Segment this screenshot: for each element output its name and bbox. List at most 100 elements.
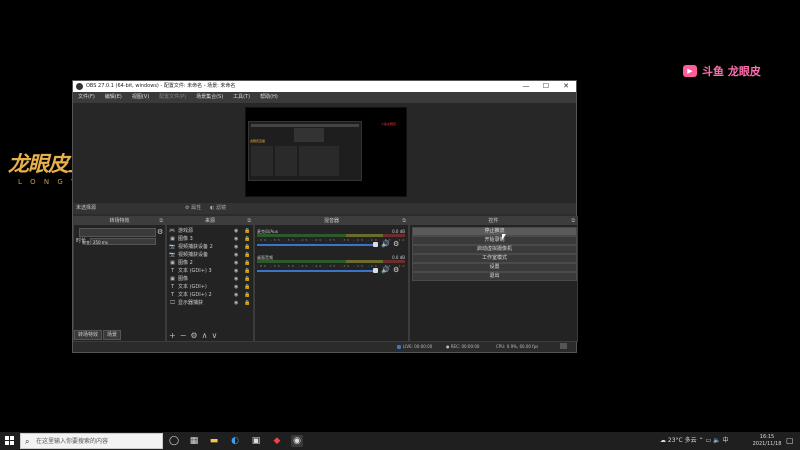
task-view-icon[interactable]: ◯ <box>168 435 180 447</box>
menu-tools[interactable]: 工具(T) <box>228 92 255 103</box>
source-toolbar: 未选择源 ⚙ 属性 ◐ 滤镜 <box>73 203 576 214</box>
weather-icon[interactable]: ☁ <box>660 437 666 444</box>
monitor-icon: 🖵 <box>170 300 175 306</box>
weather-text[interactable]: 23°C 多云 <box>668 437 697 444</box>
visibility-eye-icon[interactable]: ◉ <box>234 299 238 307</box>
visibility-eye-icon[interactable]: ◉ <box>234 275 238 283</box>
menu-view[interactable]: 视图(V) <box>127 92 154 103</box>
visibility-eye-icon[interactable]: ◉ <box>234 251 238 259</box>
lock-icon[interactable]: 🔒 <box>244 235 250 243</box>
transition-gear-icon[interactable]: ⚙ <box>157 228 163 236</box>
ime-indicator[interactable]: 中 <box>723 437 729 444</box>
transition-select[interactable]: 渐变 <box>79 228 156 245</box>
lock-icon[interactable]: 🔒 <box>244 251 250 259</box>
obs-taskbar-icon[interactable]: ◉ <box>291 435 303 447</box>
visibility-eye-icon[interactable]: ◉ <box>234 227 238 235</box>
duration-label: 时长 <box>76 238 87 244</box>
menu-profile[interactable]: 配置文件(P) <box>154 92 191 103</box>
app-icon[interactable]: ◆ <box>271 435 283 447</box>
cpu-status: CPU: 0.9%, 60.00 fps <box>496 344 539 349</box>
virtual-camera-button[interactable]: 启动虚拟摄像机 <box>412 245 577 254</box>
notification-icon[interactable]: ▢ <box>786 436 794 445</box>
edge-browser-icon[interactable]: ◐ <box>229 435 241 447</box>
lock-icon[interactable]: 🔒 <box>244 283 250 291</box>
duration-input[interactable]: 250 ms <box>90 238 156 245</box>
visibility-eye-icon[interactable]: ◉ <box>234 291 238 299</box>
visibility-eye-icon[interactable]: ◉ <box>234 267 238 275</box>
move-down-icon[interactable]: ∨ <box>211 332 217 340</box>
source-item[interactable]: T 文本 (GDI+) ◉ 🔒 <box>169 283 251 291</box>
lock-icon[interactable]: 🔒 <box>244 299 250 307</box>
move-up-icon[interactable]: ∧ <box>202 332 208 340</box>
menu-help[interactable]: 帮助(H) <box>255 92 283 103</box>
start-recording-button[interactable]: 开始录制 <box>412 236 577 245</box>
lock-icon[interactable]: 🔒 <box>244 227 250 235</box>
lock-icon[interactable]: 🔒 <box>244 243 250 251</box>
filters-button[interactable]: ◐ 滤镜 <box>210 203 226 214</box>
chevron-up-icon[interactable]: ⌃ <box>699 437 704 444</box>
dock-pin-icon[interactable]: ⧉ <box>247 217 251 225</box>
network-icon[interactable]: ▭ <box>706 437 712 444</box>
source-label: 视频捕获设备 2 <box>178 244 213 250</box>
tab-transitions[interactable]: 转场特效 <box>74 330 103 340</box>
lock-icon[interactable]: 🔒 <box>244 259 250 267</box>
gear-icon[interactable]: ⚙ <box>393 266 399 274</box>
taskbar-clock[interactable]: 16:15 2021/11/18 <box>748 434 786 448</box>
controls-dock: 控件 ⧉ 停止推流 开始录制 启动虚拟摄像机 工作室模式 设置 退出 <box>409 216 578 342</box>
volume-slider[interactable] <box>257 244 377 246</box>
file-explorer-icon[interactable]: ▬ <box>208 435 220 447</box>
minimize-button[interactable]: — <box>516 81 536 92</box>
dock-pin-icon[interactable]: ⧉ <box>402 217 406 225</box>
douyu-logo-icon: ▶ <box>683 65 697 77</box>
dock-pin-icon[interactable]: ⧉ <box>159 217 163 225</box>
source-item[interactable]: 🎮 游戏源 ◉ 🔒 <box>169 227 251 235</box>
visibility-eye-icon[interactable]: ◉ <box>234 283 238 291</box>
maximize-button[interactable]: ☐ <box>536 81 556 92</box>
menu-edit[interactable]: 编辑(E) <box>100 92 127 103</box>
lock-icon[interactable]: 🔒 <box>244 291 250 299</box>
sources-header: 来源 ⧉ <box>167 217 253 225</box>
visibility-eye-icon[interactable]: ◉ <box>234 243 238 251</box>
widgets-icon[interactable]: ▦ <box>188 435 200 447</box>
visibility-eye-icon[interactable]: ◉ <box>234 235 238 243</box>
menu-file[interactable]: 文件(F) <box>73 92 100 103</box>
taskbar-search[interactable]: ⌕ 在这里输入你要搜索的内容 <box>20 433 163 449</box>
gear-icon[interactable]: ⚙ <box>190 332 197 340</box>
volume-slider-handle[interactable] <box>373 268 378 273</box>
tab-scenes[interactable]: 场景 <box>103 330 122 340</box>
stop-streaming-button[interactable]: 停止推流 <box>412 227 577 236</box>
gear-icon[interactable]: ⚙ <box>393 240 399 248</box>
volume-slider[interactable] <box>257 270 377 272</box>
speaker-icon[interactable]: 🔊 <box>381 240 390 248</box>
close-button[interactable]: ✕ <box>556 81 576 92</box>
lock-icon[interactable]: 🔒 <box>244 267 250 275</box>
source-item[interactable]: 🖵 显示器捕获 ◉ 🔒 <box>169 299 251 307</box>
source-item[interactable]: 📷 视频捕获设备 2 ◉ 🔒 <box>169 243 251 251</box>
resize-grip[interactable] <box>560 343 567 349</box>
volume-icon[interactable]: 🔈 <box>713 437 720 444</box>
source-item[interactable]: T 文本 (GDI+) 2 ◉ 🔒 <box>169 291 251 299</box>
source-item[interactable]: ▣ 图像 2 ◉ 🔒 <box>169 259 251 267</box>
settings-button[interactable]: 设置 <box>412 263 577 272</box>
menu-scene-collection[interactable]: 场景集合(S) <box>191 92 228 103</box>
dock-pin-icon[interactable]: ⧉ <box>571 217 575 225</box>
add-icon[interactable]: + <box>169 332 176 340</box>
studio-mode-button[interactable]: 工作室模式 <box>412 254 577 263</box>
source-item[interactable]: ▣ 图像 3 ◉ 🔒 <box>169 235 251 243</box>
source-label: 图像 <box>178 276 189 282</box>
source-item[interactable]: 📷 视频捕获设备 ◉ 🔒 <box>169 251 251 259</box>
lock-icon[interactable]: 🔒 <box>244 275 250 283</box>
source-label: 文本 (GDI+) 3 <box>178 268 212 274</box>
properties-button[interactable]: ⚙ 属性 <box>185 203 201 214</box>
store-icon[interactable]: ▣ <box>250 435 262 447</box>
visibility-eye-icon[interactable]: ◉ <box>234 259 238 267</box>
remove-icon[interactable]: − <box>180 332 187 340</box>
preview-canvas[interactable]: 龙眼皮直播 斗鱼龙眼皮 <box>245 107 407 197</box>
source-item[interactable]: T 文本 (GDI+) 3 ◉ 🔒 <box>169 267 251 275</box>
speaker-icon[interactable]: 🔊 <box>381 266 390 274</box>
source-item[interactable]: ▣ 图像 ◉ 🔒 <box>169 275 251 283</box>
volume-slider-handle[interactable] <box>373 242 378 247</box>
start-button[interactable] <box>5 436 15 446</box>
exit-button[interactable]: 退出 <box>412 272 577 281</box>
title-bar[interactable]: OBS 27.0.1 (64-bit, windows) - 配置文件: 未命名… <box>73 81 576 92</box>
